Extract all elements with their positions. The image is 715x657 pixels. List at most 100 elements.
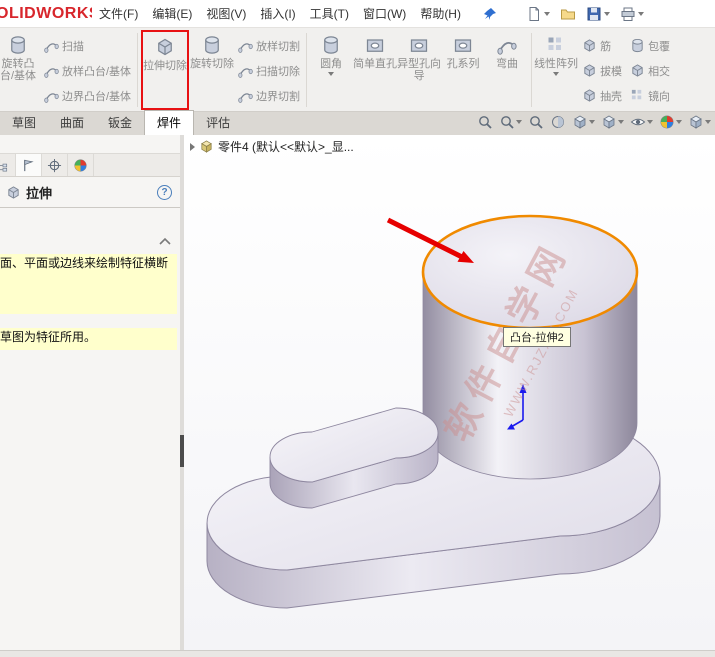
ribbon-button-flex[interactable]: 弯曲 <box>485 30 529 110</box>
shell-icon <box>582 88 597 103</box>
mirror-icon <box>630 88 645 103</box>
ribbon-button-label: 圆角 <box>320 58 343 70</box>
display-style-button[interactable] <box>601 114 624 130</box>
feature-tree-icon <box>0 158 10 173</box>
print-button[interactable] <box>620 6 644 22</box>
ribbon-button-rib[interactable]: 筋 <box>578 33 626 58</box>
model-canvas[interactable]: 软件自学网 WWW.RJZXW.COM <box>184 135 715 650</box>
zoom-area-button[interactable] <box>499 114 522 130</box>
configuration-icon <box>47 158 62 173</box>
ribbon-button-revolved-boss[interactable]: 旋转凸台/基体 <box>0 30 40 110</box>
tab-surfaces[interactable]: 曲面 <box>48 111 96 135</box>
save-button[interactable] <box>586 6 610 22</box>
ribbon-button-swept-cut[interactable]: 扫描切除 <box>234 58 304 83</box>
ribbon-button-mirror[interactable]: 镜向 <box>626 83 674 108</box>
tab-weldments[interactable]: 焊件 <box>144 110 195 135</box>
ribbon-button-intersect[interactable]: 相交 <box>626 58 674 83</box>
message-text: 草图为特征所用。 <box>0 330 97 344</box>
chevron-down-icon <box>553 72 560 76</box>
ribbon-button-label: 筋 <box>600 40 612 53</box>
ribbon-button-label: 抽壳 <box>600 90 623 103</box>
tab-display-manager[interactable] <box>68 154 94 176</box>
ribbon-button-sweep[interactable]: 扫描 <box>40 33 135 58</box>
view-orientation-button[interactable] <box>572 114 595 130</box>
menu-item-insert[interactable]: 插入(I) <box>253 0 302 27</box>
lofted-cut-icon <box>238 38 253 53</box>
tab-configuration-manager[interactable] <box>42 154 68 176</box>
ribbon-button-lofted-boss[interactable]: 放样凸台/基体 <box>40 58 135 83</box>
save-icon <box>586 6 602 22</box>
section-view-icon <box>550 114 566 130</box>
rib-icon <box>582 38 597 53</box>
ribbon-button-linear-pattern[interactable]: 线性阵列 <box>534 30 578 110</box>
zoom-fit-button[interactable] <box>477 114 493 130</box>
ribbon-button-label: 相交 <box>648 65 671 78</box>
hole-series-icon <box>453 35 473 55</box>
ribbon-button-simple-hole[interactable]: 简单直孔 <box>353 30 397 110</box>
ribbon-button-extruded-cut[interactable]: 拉伸切除 <box>143 32 187 108</box>
message-box-secondary: 草图为特征所用。 <box>0 328 177 350</box>
ribbon-button-label: 线性阵列 <box>534 58 579 70</box>
menu-item-tools[interactable]: 工具(T) <box>303 0 356 27</box>
collapse-chevron-icon[interactable] <box>158 236 172 246</box>
menu-item-help[interactable]: 帮助(H) <box>413 0 468 27</box>
menu-item-edit[interactable]: 编辑(E) <box>145 0 199 27</box>
extruded-cut-icon <box>155 37 175 57</box>
eye-icon <box>630 114 646 130</box>
tab-feature-manager[interactable] <box>0 154 16 176</box>
menu-item-window[interactable]: 窗口(W) <box>356 0 413 27</box>
extrude-feature-icon <box>6 185 21 200</box>
heads-up-view-toolbar <box>477 114 711 130</box>
graphics-viewport[interactable]: 零件4 (默认<<默认>_显... 软件自学网 WWW.RJZXW.COM 凸台… <box>184 135 715 650</box>
panel-header: 拉伸 ? <box>0 177 180 207</box>
hole-wizard-icon <box>409 35 429 55</box>
ribbon-button-hole-series[interactable]: 孔系列 <box>441 30 485 110</box>
open-folder-icon <box>560 6 576 22</box>
pin-menu-button[interactable] <box>482 6 498 22</box>
menu-item-view[interactable]: 视图(V) <box>199 0 253 27</box>
section-view-button[interactable] <box>550 114 566 130</box>
chevron-down-icon <box>516 120 522 124</box>
view-settings-button[interactable] <box>688 114 711 130</box>
new-document-icon <box>526 6 542 22</box>
status-bar <box>0 650 715 657</box>
feature-tree-root[interactable]: 零件4 (默认<<默认>_显... <box>190 138 354 155</box>
wrap-icon <box>630 38 645 53</box>
edit-appearance-button[interactable] <box>659 114 682 130</box>
swept-cut-icon <box>238 63 253 78</box>
ribbon-button-shell[interactable]: 抽壳 <box>578 83 626 108</box>
ribbon-button-fillet[interactable]: 圆角 <box>309 30 353 110</box>
help-button[interactable]: ? <box>157 184 172 200</box>
menu-item-file[interactable]: 文件(F) <box>92 0 145 27</box>
tab-property-manager[interactable] <box>16 154 42 176</box>
cut-small-buttons: 放样切割 扫描切除 边界切割 <box>234 30 304 110</box>
previous-view-button[interactable] <box>528 114 544 130</box>
view-orientation-icon <box>572 114 588 130</box>
tab-evaluate[interactable]: 评估 <box>194 111 242 135</box>
ribbon-button-boundary-boss[interactable]: 边界凸台/基体 <box>40 83 135 108</box>
open-document-button[interactable] <box>560 6 576 22</box>
ribbon-button-label: 包覆 <box>648 40 671 53</box>
ribbon-button-lofted-cut[interactable]: 放样切割 <box>234 33 304 58</box>
print-icon <box>620 6 636 22</box>
ribbon-button-wrap[interactable]: 包覆 <box>626 33 674 58</box>
ribbon-button-hole-wizard[interactable]: 异型孔向导 <box>397 30 441 110</box>
revolved-cut-icon <box>202 35 222 55</box>
display-style-icon <box>601 114 617 130</box>
quick-access-toolbar <box>526 6 644 22</box>
appearance-ball-icon <box>659 114 675 130</box>
expander-icon[interactable] <box>190 142 195 151</box>
part-name-label: 零件4 (默认<<默认>_显... <box>218 140 354 154</box>
tab-sketch[interactable]: 草图 <box>0 111 48 135</box>
new-document-button[interactable] <box>526 6 550 22</box>
hide-show-items-button[interactable] <box>630 114 653 130</box>
ribbon-button-draft[interactable]: 拔模 <box>578 58 626 83</box>
lofted-boss-icon <box>44 63 59 78</box>
property-manager-panel: 拉伸 ? 面、平面或边线来绘制特征横断 草图为特征所用。 <box>0 135 180 650</box>
ribbon-separator <box>306 33 308 107</box>
message-section-header <box>0 232 180 250</box>
ribbon-button-revolved-cut[interactable]: 旋转切除 <box>190 30 234 110</box>
tab-sheet-metal[interactable]: 钣金 <box>96 111 144 135</box>
ribbon-button-boundary-cut[interactable]: 边界切割 <box>234 83 304 108</box>
ribbon-separator <box>137 33 139 107</box>
